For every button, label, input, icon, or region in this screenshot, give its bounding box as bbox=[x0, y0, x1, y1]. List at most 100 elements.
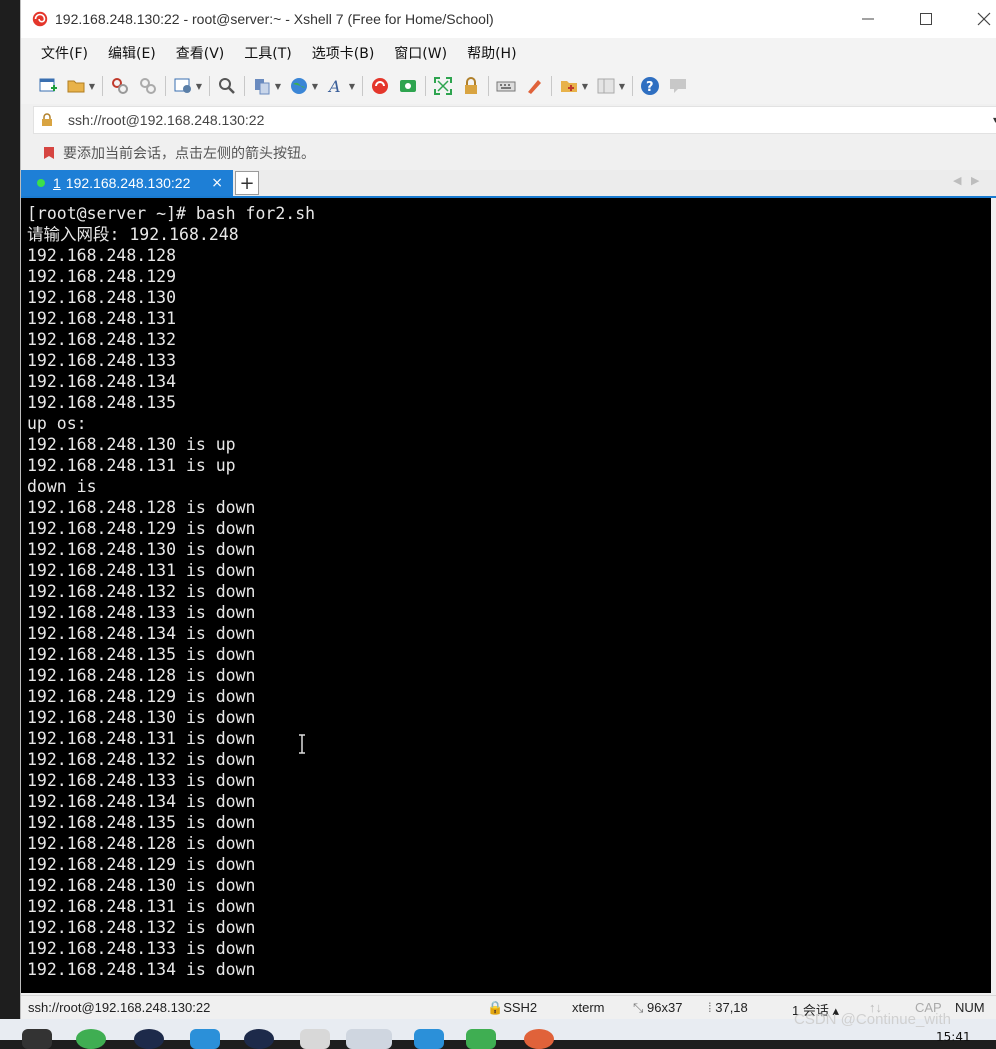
globe-button[interactable] bbox=[288, 75, 310, 97]
menu-view[interactable]: 查看(V) bbox=[168, 43, 233, 63]
globe-dropdown[interactable]: ▼ bbox=[311, 75, 319, 97]
chat-button[interactable] bbox=[667, 75, 689, 97]
new-session-button[interactable] bbox=[37, 75, 59, 97]
font-icon: A bbox=[327, 77, 341, 96]
fullscreen-button[interactable] bbox=[432, 75, 454, 97]
add-tab-button[interactable]: + bbox=[235, 171, 259, 195]
toolbar: ▼ ▼ ▼ ▼ A ▼ ▼ ▼ ? bbox=[21, 68, 996, 104]
tab-number: 1 bbox=[53, 175, 61, 191]
status-cursor: ⁞ 37,18 bbox=[708, 1000, 748, 1015]
properties-icon bbox=[174, 78, 191, 93]
layout-button[interactable] bbox=[595, 75, 617, 97]
open-dropdown[interactable]: ▼ bbox=[88, 75, 96, 97]
taskbar-app-icon-active[interactable] bbox=[346, 1029, 392, 1049]
bookmark-arrow-icon[interactable] bbox=[41, 145, 57, 161]
close-window-button[interactable] bbox=[955, 0, 996, 38]
lock-icon bbox=[42, 113, 52, 126]
tab-prev-icon[interactable]: ◀ bbox=[953, 174, 961, 187]
disconnect-icon bbox=[140, 78, 156, 94]
taskbar-app-icon[interactable] bbox=[134, 1029, 164, 1049]
open-button[interactable] bbox=[65, 75, 87, 97]
copy-paste-button[interactable] bbox=[251, 75, 273, 97]
keyboard-icon bbox=[496, 81, 516, 92]
address-input[interactable]: ssh://root@192.168.248.130:22 bbox=[68, 112, 264, 128]
new-folder-icon bbox=[561, 81, 577, 92]
terminal-line: [root@server ~]# bash for2.sh bbox=[27, 204, 316, 223]
status-terminal-type: xterm bbox=[572, 1000, 605, 1015]
terminal-line: 192.168.248.128 is down bbox=[27, 498, 256, 517]
taskbar-app-icon[interactable] bbox=[466, 1029, 496, 1049]
fullscreen-icon bbox=[434, 77, 452, 95]
chat-icon bbox=[670, 79, 686, 93]
reconnect-button[interactable] bbox=[109, 75, 131, 97]
terminal-line: 192.168.248.132 is down bbox=[27, 750, 256, 769]
taskbar-app-icon[interactable] bbox=[524, 1029, 554, 1049]
status-size: ⤡ 96x37 bbox=[633, 1000, 682, 1016]
new-folder-button[interactable] bbox=[558, 75, 580, 97]
text-cursor-icon bbox=[299, 734, 305, 754]
tab-next-icon[interactable]: ▶ bbox=[971, 174, 979, 187]
open-folder-icon bbox=[67, 80, 85, 93]
terminal-line: 192.168.248.129 is down bbox=[27, 855, 256, 874]
terminal-line: 192.168.248.133 bbox=[27, 351, 177, 370]
properties-dropdown[interactable]: ▼ bbox=[195, 75, 203, 97]
taskbar-app-icon[interactable] bbox=[22, 1029, 52, 1049]
tab-session-1[interactable]: 1 192.168.248.130:22 × bbox=[21, 170, 233, 196]
terminal-line: 192.168.248.133 is down bbox=[27, 771, 256, 790]
address-bar[interactable]: ssh://root@192.168.248.130:22 ▾ bbox=[33, 106, 996, 134]
terminal-line: up os: bbox=[27, 414, 87, 433]
terminal-line: 192.168.248.133 is down bbox=[27, 603, 256, 622]
find-button[interactable] bbox=[216, 75, 238, 97]
terminal-line: 192.168.248.130 is up bbox=[27, 435, 236, 454]
minimize-button[interactable] bbox=[839, 0, 897, 38]
terminal-area[interactable]: [root@server ~]# bash for2.sh 请输入网段: 192.… bbox=[21, 198, 991, 993]
status-address: ssh://root@192.168.248.130:22 bbox=[28, 1000, 211, 1015]
window-title: 192.168.248.130:22 - root@server:~ - Xsh… bbox=[55, 11, 494, 27]
terminal-line: 192.168.248.128 is down bbox=[27, 666, 256, 685]
help-icon: ? bbox=[641, 77, 659, 95]
taskbar-app-icon[interactable] bbox=[76, 1029, 106, 1049]
status-protocol: 🔒SSH2 bbox=[487, 1000, 537, 1016]
lock-icon bbox=[465, 77, 477, 94]
new-folder-dropdown[interactable]: ▼ bbox=[581, 75, 589, 97]
menu-tabs[interactable]: 选项卡(B) bbox=[304, 43, 383, 63]
terminal-line: 192.168.248.128 is down bbox=[27, 834, 256, 853]
tab-close-button[interactable]: × bbox=[211, 175, 223, 191]
terminal-scrollbar[interactable] bbox=[991, 198, 996, 993]
copy-paste-dropdown[interactable]: ▼ bbox=[274, 75, 282, 97]
disconnect-button[interactable] bbox=[137, 75, 159, 97]
svg-text:?: ? bbox=[646, 80, 654, 95]
terminal-line: 192.168.248.130 is down bbox=[27, 540, 256, 559]
layout-dropdown[interactable]: ▼ bbox=[618, 75, 626, 97]
toolbar-separator bbox=[632, 76, 633, 96]
menu-edit[interactable]: 编辑(E) bbox=[100, 43, 164, 63]
font-dropdown[interactable]: ▼ bbox=[348, 75, 356, 97]
svg-text:A: A bbox=[327, 77, 341, 96]
copy-paste-icon bbox=[255, 79, 270, 95]
taskbar-app-icon[interactable] bbox=[190, 1029, 220, 1049]
maximize-button[interactable] bbox=[897, 0, 955, 38]
menu-tools[interactable]: 工具(T) bbox=[236, 43, 299, 63]
highlight-button[interactable] bbox=[523, 75, 545, 97]
terminal-line: 192.168.248.130 is down bbox=[27, 876, 256, 895]
xftp-button[interactable] bbox=[369, 75, 391, 97]
font-button[interactable]: A bbox=[325, 75, 347, 97]
taskbar-app-icon[interactable] bbox=[300, 1029, 330, 1049]
menu-window[interactable]: 窗口(W) bbox=[386, 43, 455, 63]
status-num: NUM bbox=[955, 1000, 985, 1015]
terminal-line: 192.168.248.130 is down bbox=[27, 708, 256, 727]
tab-bar: 1 192.168.248.130:22 × + ◀ ▶ bbox=[21, 170, 996, 198]
taskbar-app-icon[interactable] bbox=[414, 1029, 444, 1049]
menu-file[interactable]: 文件(F) bbox=[33, 43, 96, 63]
taskbar-app-icon[interactable] bbox=[244, 1029, 274, 1049]
terminal-line: 192.168.248.132 bbox=[27, 330, 177, 349]
toolbar-separator bbox=[551, 76, 552, 96]
lock-button[interactable] bbox=[460, 75, 482, 97]
lock-icon: 🔒 bbox=[487, 1000, 504, 1015]
menu-help[interactable]: 帮助(H) bbox=[459, 43, 524, 63]
keyboard-button[interactable] bbox=[495, 75, 517, 97]
properties-button[interactable] bbox=[172, 75, 194, 97]
help-button[interactable]: ? bbox=[639, 75, 661, 97]
xagent-button[interactable] bbox=[397, 75, 419, 97]
reconnect-icon bbox=[112, 78, 128, 94]
